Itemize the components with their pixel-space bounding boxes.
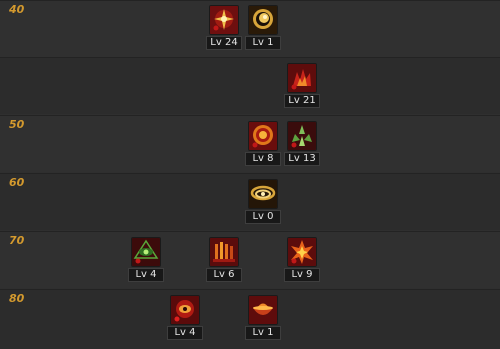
skill-slot[interactable]: Lv 13 [284, 121, 320, 167]
red-sun-ring-icon [248, 121, 278, 151]
red-explosion-icon [287, 237, 317, 267]
skill-slot[interactable]: Lv 6 [206, 237, 242, 283]
skill-slot[interactable]: Lv 4 [128, 237, 164, 283]
skill-level-label: Lv 0 [245, 210, 281, 224]
skill-slot[interactable]: Lv 1 [245, 5, 281, 51]
row-level-label: 70 [9, 234, 25, 247]
skill-level-label: Lv 4 [167, 326, 203, 340]
row-level-label: 80 [9, 292, 25, 305]
skill-level-label: Lv 8 [245, 152, 281, 166]
skill-level-label: Lv 6 [206, 268, 242, 282]
red-eye-orb-icon [170, 295, 200, 325]
row-level-label: 40 [9, 3, 25, 16]
red-crystal-burst-icon [209, 5, 239, 35]
gold-swirl-icon [248, 179, 278, 209]
skill-slot[interactable]: Lv 24 [206, 5, 242, 51]
skill-slot[interactable]: Lv 8 [245, 121, 281, 167]
skill-slot[interactable]: Lv 1 [245, 295, 281, 341]
skill-level-label: Lv 24 [206, 36, 242, 50]
skill-level-label: Lv 13 [284, 152, 320, 166]
skill-slot[interactable]: Lv 9 [284, 237, 320, 283]
red-pillars-icon [209, 237, 239, 267]
skill-level-label: Lv 1 [245, 326, 281, 340]
skill-level-label: Lv 9 [284, 268, 320, 282]
green-shards-icon [287, 121, 317, 151]
skill-slot[interactable]: Lv 0 [245, 179, 281, 225]
skill-level-label: Lv 4 [128, 268, 164, 282]
red-fire-cluster-icon [287, 63, 317, 93]
row-level-label: 50 [9, 118, 25, 131]
row-level-label: 60 [9, 176, 25, 189]
green-eye-icon [131, 237, 161, 267]
level-row-45 [0, 57, 500, 114]
skill-level-label: Lv 1 [245, 36, 281, 50]
gold-orb-icon [248, 5, 278, 35]
skill-level-label: Lv 21 [284, 94, 320, 108]
skill-slot[interactable]: Lv 4 [167, 295, 203, 341]
red-flame-bowl-icon [248, 295, 278, 325]
skill-slot[interactable]: Lv 21 [284, 63, 320, 109]
level-row-70: 70 [0, 231, 500, 288]
